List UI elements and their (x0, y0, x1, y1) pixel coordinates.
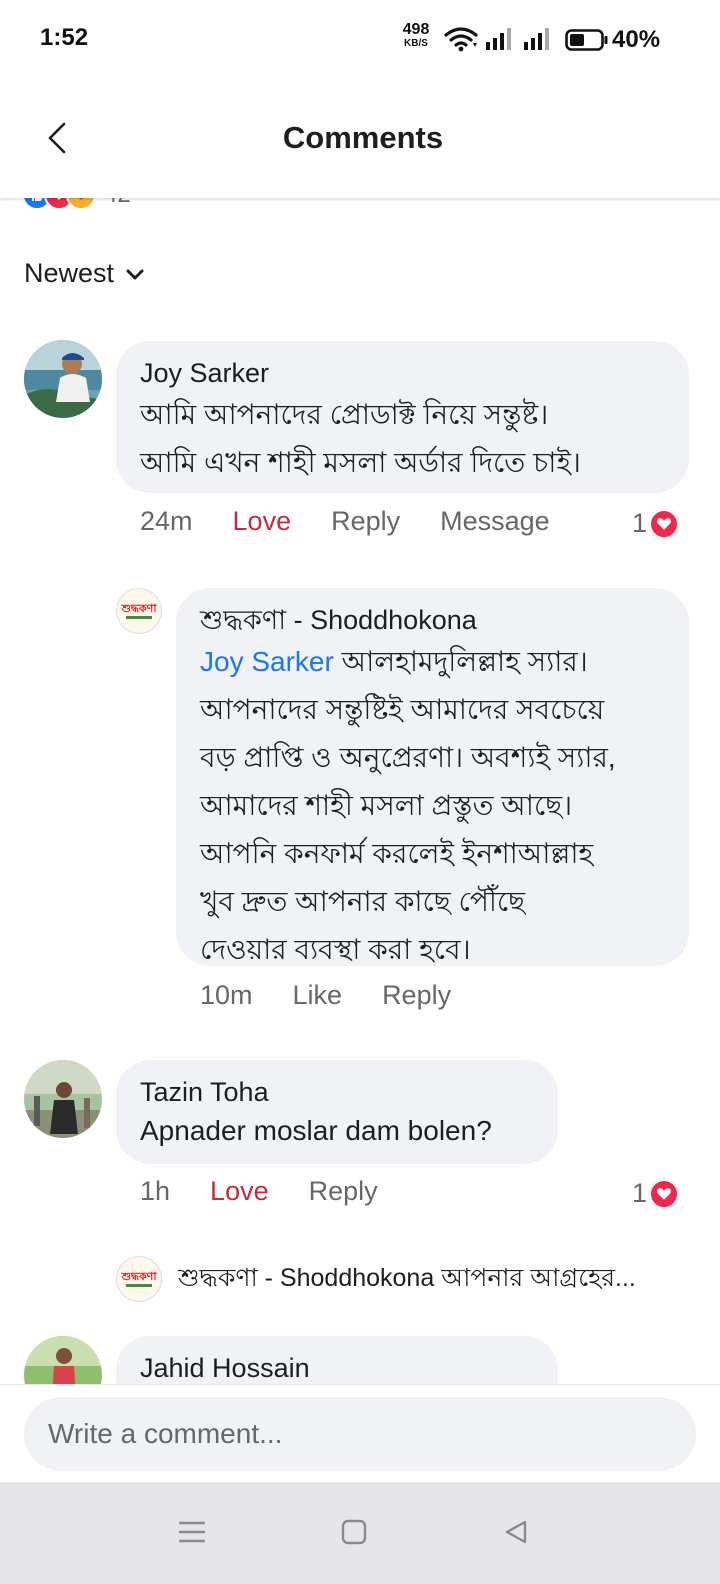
avatar-joy-sarker[interactable] (24, 340, 102, 418)
logo-underline (126, 1284, 152, 1287)
care-icon (66, 198, 96, 210)
logo-underline (126, 616, 152, 619)
network-speed-unit: KB/S (404, 38, 428, 49)
network-speed-value: 498 (402, 21, 430, 38)
comment-time: 24m (140, 506, 193, 536)
sort-label: Newest (24, 258, 115, 288)
comment-time: 1h (140, 1176, 171, 1206)
reply-author[interactable]: শুদ্ধকণা - Shoddhokona (200, 602, 665, 638)
love-button[interactable]: Love (233, 506, 292, 537)
comment-text: Apnader moslar dam bolen? (140, 1115, 492, 1146)
message-button[interactable]: Message (440, 506, 550, 537)
avatar-tazin-toha[interactable] (24, 1060, 102, 1138)
heart-icon (649, 508, 680, 539)
network-speed: 498 KB/S (398, 22, 434, 49)
signal-2-icon (524, 28, 549, 50)
status-time: 1:52 (40, 24, 89, 51)
page-logo: শুদ্ধকণা (116, 588, 162, 634)
reply-preview-text: শুদ্ধকণা - Shoddhokona আপনার আগ্রহের... (178, 1258, 636, 1301)
reply-text-line: আপনি কনফার্ম করলেই ইনশাআল্লাহ (200, 838, 594, 869)
sort-dropdown[interactable]: Newest (24, 258, 146, 289)
signal-1-icon (486, 28, 511, 50)
back-nav-button[interactable] (496, 1512, 536, 1552)
comment-composer (0, 1384, 720, 1482)
reply-button[interactable]: Reply (331, 506, 400, 537)
reply-text-line: Joy Sarker আলহামদুলিল্লাহ স্যার। (200, 638, 665, 686)
comment-bubble[interactable]: Joy Sarker আমি আপনাদের প্রোডাক্ট নিয়ে স… (116, 341, 689, 493)
mention-link[interactable]: Joy Sarker (200, 646, 334, 677)
comment-text-line: আমি আপনাদের প্রোডাক্ট নিয়ে সন্তুষ্ট। (140, 399, 549, 430)
comment-text-line: আমি এখন শাহী মসলা অর্ডার দিতে চাই। (140, 447, 581, 478)
comments-list[interactable]: 42 Newest Joy Sarker আমি আপনাদের প্রোডাক… (0, 198, 720, 1384)
reply-time: 10m (200, 980, 253, 1010)
page-logo-text: শুদ্ধকণা (121, 1270, 157, 1283)
comment-author[interactable]: Tazin Toha (140, 1074, 534, 1110)
like-button[interactable]: Like (293, 980, 343, 1011)
heart-icon (649, 1178, 680, 1209)
reply-text-line: আপনাদের সন্তুষ্টিই আমাদের সবচেয়ে (200, 694, 605, 725)
home-square-icon (341, 1519, 367, 1545)
system-nav-bar (0, 1482, 720, 1584)
comment-author[interactable]: Jahid Hossain (140, 1350, 534, 1384)
menu-icon (179, 1521, 205, 1543)
page-logo: শুদ্ধকণা (116, 1256, 162, 1302)
wifi-icon (444, 27, 478, 52)
comment-author[interactable]: Joy Sarker (140, 355, 665, 391)
comment-reaction-badge[interactable]: 1 (632, 508, 680, 539)
comment-actions: 1h Love Reply (140, 1176, 418, 1207)
comment-reaction-badge[interactable]: 1 (632, 1178, 680, 1209)
reply-button[interactable]: Reply (309, 1176, 378, 1207)
avatar-shoddhokona[interactable]: শুদ্ধকণা (116, 588, 162, 634)
reaction-count: 42 (104, 198, 131, 209)
reply-preview-author: শুদ্ধকণা - Shoddhokona (178, 1263, 435, 1292)
home-nav-button[interactable] (334, 1512, 374, 1552)
comment-input[interactable] (24, 1397, 696, 1471)
chevron-down-icon (126, 269, 144, 279)
menu-nav-button[interactable] (172, 1512, 212, 1552)
comment-reaction-count: 1 (632, 1178, 648, 1208)
battery-icon (565, 29, 608, 51)
reply-text-line: দেওয়ার ব্যবস্থা করা হবে। (200, 934, 471, 965)
reply-button[interactable]: Reply (382, 980, 451, 1011)
comment-reaction-count: 1 (632, 508, 648, 538)
reply-actions: 10m Like Reply (200, 980, 491, 1011)
love-button[interactable]: Love (210, 1176, 269, 1207)
page-title: Comments (282, 120, 444, 155)
page-logo-text: শুদ্ধকণা (121, 602, 157, 615)
reply-bubble[interactable]: শুদ্ধকণা - Shoddhokona Joy Sarker আলহামদ… (176, 588, 689, 966)
back-triangle-icon (505, 1520, 527, 1544)
reactions-summary[interactable]: 42 (22, 198, 131, 210)
app-header: Comments (0, 80, 720, 198)
reply-preview-snippet: আপনার আগ্রহের... (441, 1263, 636, 1292)
status-bar: 1:52 498 KB/S 40% (0, 0, 720, 80)
reply-text-line: খুব দ্রুত আপনার কাছে পৌঁছে (200, 886, 526, 917)
reply-text-fragment: আলহামদুলিল্লাহ স্যার। (333, 646, 588, 677)
comment-bubble[interactable]: Tazin Toha Apnader moslar dam bolen? (116, 1060, 558, 1164)
reply-text-line: আমাদের শাহী মসলা প্রস্তুত আছে। (200, 790, 573, 821)
comment-bubble[interactable]: Jahid Hossain (116, 1336, 558, 1384)
comment-actions: 24m Love Reply Message (140, 506, 590, 537)
avatar-jahid-hossain[interactable] (24, 1336, 102, 1384)
reply-text-line: বড় প্রাপ্তি ও অনুপ্রেরণা। অবশ্যই স্যার, (200, 742, 616, 773)
reply-preview[interactable]: শুদ্ধকণা শুদ্ধকণা - Shoddhokona আপনার আগ… (116, 1256, 636, 1302)
battery-percent: 40% (612, 26, 661, 53)
